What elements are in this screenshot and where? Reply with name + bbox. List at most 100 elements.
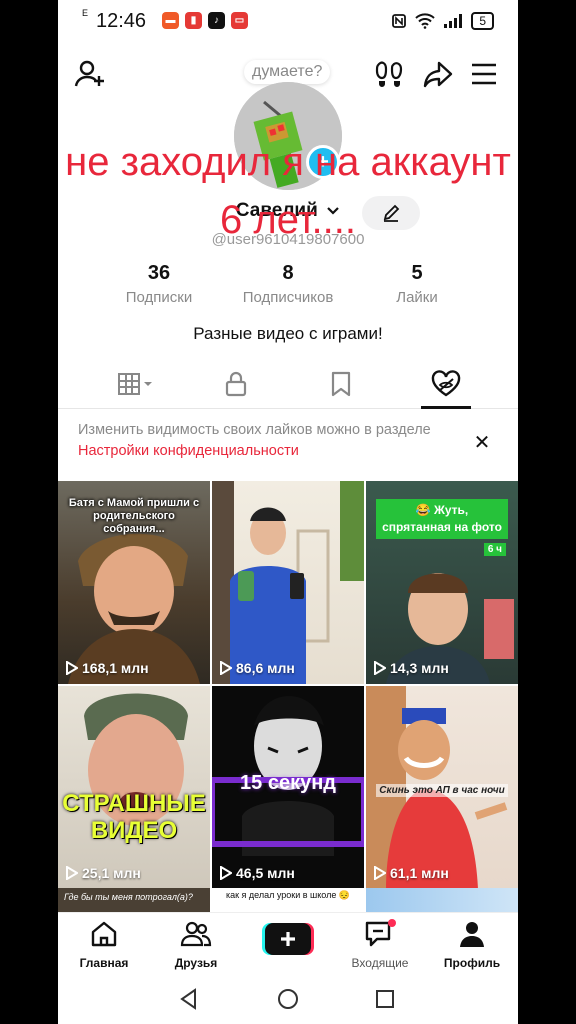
friends-icon: [180, 921, 212, 947]
nav-inbox[interactable]: Входящие: [334, 919, 426, 970]
share-icon[interactable]: [420, 56, 456, 92]
video-tile[interactable]: 😂 Жуть, спрятанная на фото 6 ч 14,3 млн: [366, 481, 518, 684]
video-tile[interactable]: 15 секунд 46,5 млн: [212, 686, 364, 889]
play-icon: [220, 661, 232, 675]
play-icon: [374, 661, 386, 675]
play-icon: [66, 661, 78, 675]
add-friend-icon[interactable]: [72, 56, 108, 92]
video-thumbnail: [212, 481, 364, 684]
lock-icon: [225, 371, 246, 397]
video-views: 61,1 млн: [374, 865, 449, 881]
video-tile[interactable]: Скинь это АП в час ночи 61,1 млн: [366, 686, 518, 889]
grid-icon: [117, 373, 152, 395]
footprints-icon[interactable]: [372, 56, 408, 92]
video-thumbnail: [84, 693, 188, 826]
hidden-heart-icon: [431, 370, 460, 397]
video-views: 14,3 млн: [374, 660, 449, 676]
profile-bio: Разные видео с играми!: [193, 324, 383, 343]
nav-home[interactable]: Главная: [58, 919, 150, 970]
video-time: 6 ч: [483, 543, 506, 556]
overlay-caption-line2: 6 лет....: [220, 198, 356, 242]
nfc-icon: [392, 14, 407, 28]
partial-video-caption[interactable]: Где бы ты меня потрогал(а)?: [58, 888, 210, 914]
close-icon[interactable]: ✕: [472, 432, 492, 454]
likes-label: Лайки: [396, 289, 438, 306]
status-bar: E 12:46 ▬ ▮ ♪ ▭ 5: [58, 0, 518, 44]
nav-profile[interactable]: Профиль: [426, 919, 518, 970]
stat-likes[interactable]: 5 Лайки: [352, 262, 482, 306]
play-icon: [220, 866, 232, 880]
note-bubble[interactable]: думаете?: [244, 60, 331, 84]
overlay-caption-line1: не заходил я на аккаунт: [65, 140, 511, 184]
video-views: 46,5 млн: [220, 865, 295, 881]
views-count: 46,5 млн: [236, 865, 295, 881]
following-label: Подписки: [125, 289, 193, 306]
messenger-app-icon: ▬: [162, 12, 179, 29]
stat-following[interactable]: 36 Подписки: [94, 262, 224, 306]
notice-text: Изменить видимость своих лайков можно в …: [78, 422, 431, 438]
privacy-settings-link[interactable]: Настройки конфиденциальности: [78, 443, 299, 459]
back-icon[interactable]: [178, 988, 200, 1010]
video-caption: Батя с Мамой пришли с родительского собр…: [68, 497, 200, 535]
partial-video-caption[interactable]: как я делал уроки в школе 😔: [212, 888, 364, 914]
likes-count: 5: [411, 262, 423, 284]
views-count: 14,3 млн: [390, 660, 449, 676]
video-views: 168,1 млн: [66, 660, 149, 676]
bookmark-icon: [331, 371, 350, 397]
status-right: 5: [391, 12, 494, 30]
partial-video-row: Где бы ты меня потрогал(а)? как я делал …: [58, 888, 518, 914]
signal-icon: [444, 14, 463, 28]
nav-inbox-label: Входящие: [351, 956, 409, 970]
profile-tabs: [58, 360, 518, 409]
wifi-icon: [415, 13, 436, 29]
recents-icon[interactable]: [374, 988, 396, 1010]
views-count: 25,1 млн: [82, 865, 141, 881]
tab-liked[interactable]: [388, 360, 503, 409]
video-caption: 15 секунд: [212, 772, 364, 794]
nav-home-label: Главная: [79, 956, 129, 970]
plus-icon: [262, 923, 314, 955]
system-navigation-bar: [58, 974, 518, 1024]
video-caption: Скинь это АП в час ночи: [376, 784, 508, 797]
video-views: 86,6 млн: [220, 660, 295, 676]
battery-icon: 5: [471, 12, 494, 30]
partial-video-thumbnail[interactable]: [366, 888, 518, 914]
following-count: 36: [147, 262, 171, 284]
notification-icons: ▬ ▮ ♪ ▭: [162, 12, 248, 29]
views-count: 168,1 млн: [82, 660, 149, 676]
nav-friends-label: Друзья: [174, 956, 218, 970]
tab-saved[interactable]: [283, 360, 398, 408]
followers-count: 8: [282, 262, 294, 284]
video-tile[interactable]: СТРАШНЫЕ ВИДЕО 25,1 млн: [58, 686, 210, 889]
app-icon-red-2: ▭: [231, 12, 248, 29]
video-caption-tag: 😂 Жуть, спрятанная на фото: [376, 499, 508, 539]
home-circle-icon[interactable]: [277, 988, 299, 1010]
followers-label: Подписчиков: [242, 289, 334, 306]
profile-icon: [460, 922, 484, 947]
profile-stats: 36 Подписки 8 Подписчиков 5 Лайки: [58, 262, 518, 312]
video-caption-text: 15 секунд: [240, 772, 336, 794]
status-time: 12:46: [96, 10, 147, 32]
video-tile[interactable]: 86,6 млн: [212, 481, 364, 684]
tab-private[interactable]: [178, 360, 293, 408]
video-tile[interactable]: Батя с Мамой пришли с родительского собр…: [58, 481, 210, 684]
like-visibility-notice: Изменить видимость своих лайков можно в …: [78, 420, 458, 462]
inbox-icon: [365, 919, 396, 947]
video-views: 25,1 млн: [66, 865, 141, 881]
play-icon: [374, 866, 386, 880]
nav-friends[interactable]: Друзья: [150, 919, 242, 970]
tab-videos[interactable]: [78, 360, 193, 408]
phone-screen: E 12:46 ▬ ▮ ♪ ▭ 5 думаете? + не заходил …: [58, 0, 518, 1024]
app-icon-red: ▮: [185, 12, 202, 29]
tiktok-app-icon: ♪: [208, 12, 225, 29]
create-video-button[interactable]: [262, 923, 314, 955]
network-type: E: [82, 8, 89, 18]
menu-icon[interactable]: [466, 56, 502, 92]
home-icon: [91, 921, 117, 947]
bottom-navigation: Главная Друзья Входящие Профиль: [58, 912, 518, 975]
stat-followers[interactable]: 8 Подписчиков: [223, 262, 353, 306]
video-caption: СТРАШНЫЕ ВИДЕО: [62, 790, 206, 844]
views-count: 86,6 млн: [236, 660, 295, 676]
play-icon: [66, 866, 78, 880]
views-count: 61,1 млн: [390, 865, 449, 881]
